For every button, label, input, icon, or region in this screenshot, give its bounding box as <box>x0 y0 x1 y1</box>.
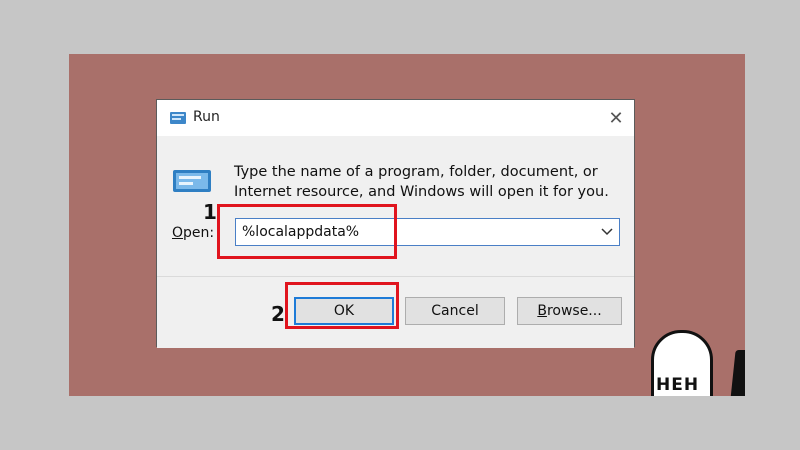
cancel-button[interactable]: Cancel <box>405 297 505 325</box>
dialog-description: Type the name of a program, folder, docu… <box>234 164 609 200</box>
open-label: Open: <box>172 225 215 241</box>
browse-button[interactable]: Browse... <box>517 297 622 325</box>
chevron-down-icon[interactable] <box>601 227 613 237</box>
step-2-label: 2 <box>271 302 285 326</box>
cartoon-figure <box>730 350 745 396</box>
run-icon <box>170 112 186 124</box>
window-title: Run <box>193 109 220 125</box>
title-bar[interactable]: Run ✕ <box>157 100 634 136</box>
close-icon: ✕ <box>608 107 624 129</box>
open-input-highlight <box>217 204 397 259</box>
bubble-text: HEH <box>656 375 700 395</box>
run-program-icon <box>173 170 211 192</box>
close-button[interactable]: ✕ <box>598 100 634 136</box>
step-1-label: 1 <box>203 200 217 224</box>
cartoon-speech-bubble: HEH <box>651 330 713 396</box>
ok-button-highlight <box>285 282 399 329</box>
